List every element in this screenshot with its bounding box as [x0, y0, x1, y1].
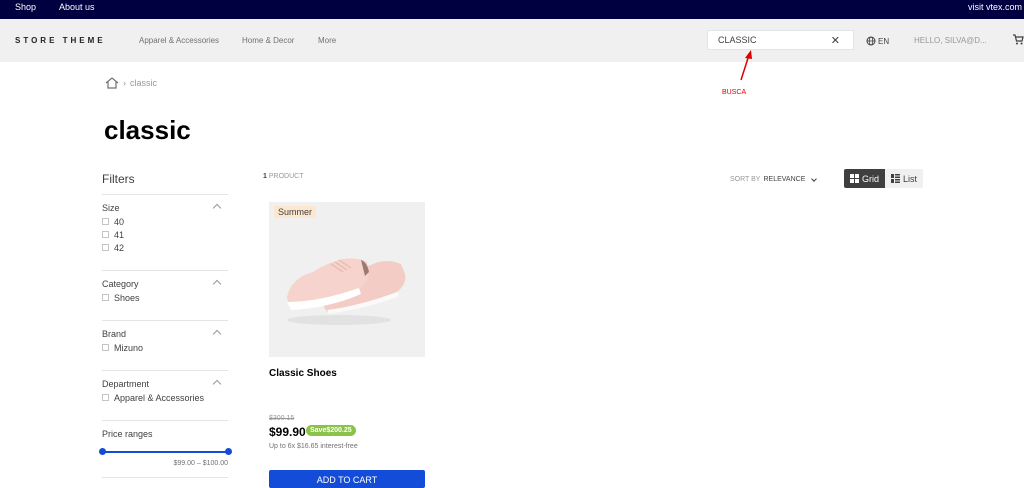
- cart-icon[interactable]: [1013, 34, 1024, 48]
- shop-link[interactable]: Shop: [15, 2, 36, 12]
- range-thumb-max[interactable]: [225, 448, 232, 455]
- globe-icon: [866, 36, 876, 46]
- store-logo[interactable]: STORE THEME: [15, 36, 106, 45]
- grid-view-button[interactable]: Grid: [844, 169, 885, 188]
- filter-header[interactable]: Category: [102, 271, 228, 291]
- user-greeting[interactable]: HELLO, SILVA@D...: [914, 36, 987, 45]
- grid-icon: [850, 174, 859, 183]
- chevron-down-icon: [811, 175, 818, 182]
- checkbox[interactable]: [102, 294, 109, 301]
- selling-price: $99.90: [269, 425, 306, 439]
- search-value: CLASSIC: [718, 35, 757, 45]
- product-image[interactable]: Summer: [269, 202, 425, 357]
- filter-option[interactable]: 42: [102, 241, 228, 254]
- breadcrumb: › classic: [105, 77, 157, 89]
- list-price: $300.15: [269, 415, 295, 422]
- top-bar: Shop About us visit vtex.com: [0, 0, 1024, 19]
- installments: Up to 6x $16.65 interest-free: [269, 443, 358, 450]
- filter-option[interactable]: Mizuno: [102, 341, 228, 354]
- checkbox[interactable]: [102, 231, 109, 238]
- filter-price: Price ranges $99.00 – $100.00: [99, 420, 232, 478]
- checkbox[interactable]: [102, 218, 109, 225]
- product-count: 1 PRODUCT: [263, 173, 304, 180]
- clear-search-icon[interactable]: ✕: [831, 34, 840, 47]
- product-badge: Summer: [274, 206, 317, 218]
- home-icon[interactable]: [105, 77, 119, 89]
- breadcrumb-separator: ›: [123, 78, 126, 88]
- checkbox[interactable]: [102, 244, 109, 251]
- filter-department: Department Apparel & Accessories: [102, 370, 228, 420]
- annotation-arrow: [740, 50, 752, 81]
- checkbox[interactable]: [102, 344, 109, 351]
- sneaker-image: [287, 258, 406, 325]
- sort-dropdown[interactable]: SORT BY RELEVANCE: [730, 175, 818, 183]
- filter-header[interactable]: Size: [102, 195, 228, 215]
- filter-option[interactable]: Apparel & Accessories: [102, 391, 228, 404]
- price-range-label: $99.00 – $100.00: [173, 460, 229, 467]
- search-input[interactable]: CLASSIC ✕: [707, 30, 854, 50]
- product-name[interactable]: Classic Shoes: [269, 368, 337, 379]
- filter-panel: Size 40 41 42 Category Shoes Brand Mizun…: [99, 194, 232, 478]
- chevron-up-icon[interactable]: [212, 279, 222, 289]
- nav-more[interactable]: More: [318, 36, 336, 45]
- range-track: [102, 451, 228, 453]
- filter-header[interactable]: Brand: [102, 321, 228, 341]
- price-range-slider[interactable]: [99, 445, 232, 459]
- visit-vtex-link[interactable]: visit vtex.com: [968, 2, 1022, 12]
- filter-option[interactable]: Shoes: [102, 291, 228, 304]
- about-link[interactable]: About us: [59, 2, 95, 12]
- nav-home-decor[interactable]: Home & Decor: [242, 36, 294, 45]
- filter-header[interactable]: Department: [102, 371, 228, 391]
- header: STORE THEME Apparel & Accessories Home &…: [0, 19, 1024, 62]
- filter-option[interactable]: 41: [102, 228, 228, 241]
- list-icon: [891, 174, 900, 183]
- filter-category: Category Shoes: [102, 270, 228, 320]
- product-card[interactable]: Summer Classic Shoes $300.15 $99.90 Save…: [269, 202, 425, 488]
- chevron-up-icon[interactable]: [212, 379, 222, 389]
- breadcrumb-current[interactable]: classic: [130, 78, 157, 88]
- filter-header[interactable]: Price ranges: [102, 421, 228, 441]
- range-thumb-min[interactable]: [99, 448, 106, 455]
- filter-option[interactable]: 40: [102, 215, 228, 228]
- nav-apparel[interactable]: Apparel & Accessories: [139, 36, 219, 45]
- annotation-label: BUSCA: [722, 89, 747, 96]
- filters-title: Filters: [102, 172, 135, 186]
- filter-brand: Brand Mizuno: [102, 320, 228, 370]
- page-title: classic: [104, 115, 191, 145]
- language-label: EN: [878, 36, 890, 46]
- filter-size: Size 40 41 42: [102, 194, 228, 270]
- savings-badge: Save$200.25: [306, 425, 356, 436]
- chevron-up-icon[interactable]: [212, 203, 222, 213]
- checkbox[interactable]: [102, 394, 109, 401]
- add-to-cart-button[interactable]: ADD TO CART: [269, 470, 425, 488]
- language-selector[interactable]: EN: [866, 36, 889, 46]
- list-view-button[interactable]: List: [885, 169, 923, 188]
- chevron-up-icon[interactable]: [212, 329, 222, 339]
